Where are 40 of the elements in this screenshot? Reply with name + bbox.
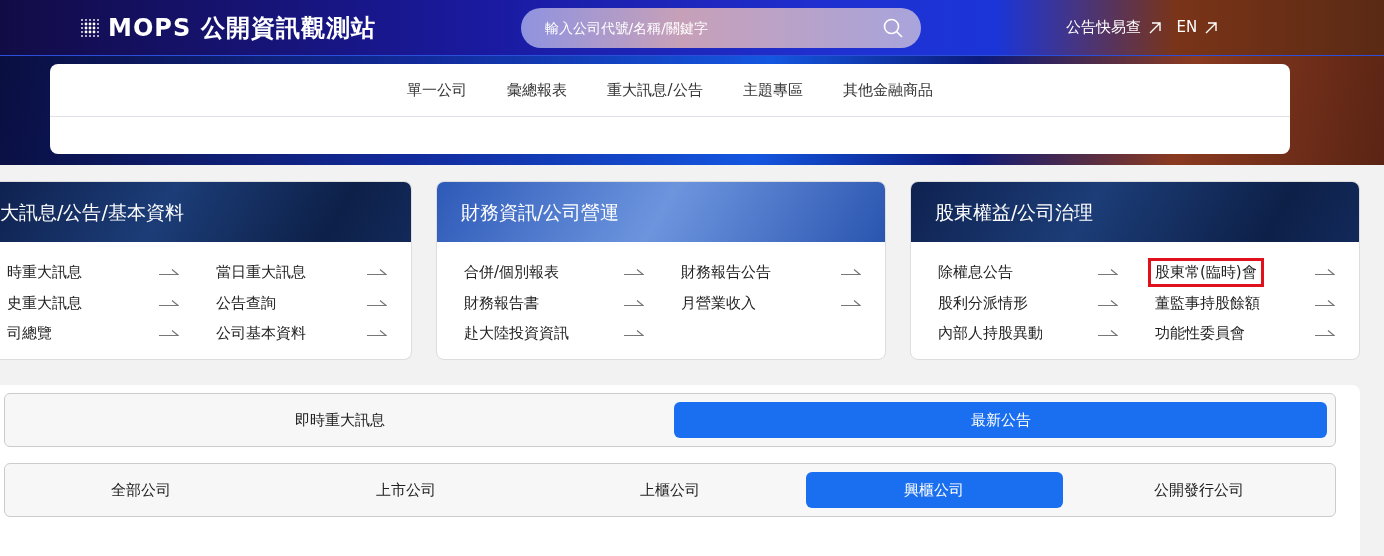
nav-link[interactable]: 主題專區 [734, 78, 811, 102]
card-link[interactable]: 司總覽 [0, 319, 59, 348]
tab[interactable]: 即時重大訊息 [13, 402, 666, 438]
search-icon[interactable] [882, 17, 903, 38]
card-title: 股東權益/公司治理 [935, 199, 1094, 225]
card-link[interactable]: 時重大訊息 [0, 258, 89, 287]
card-title: 大訊息/公告/基本資料 [0, 199, 184, 225]
card-link[interactable]: 公司基本資料 [208, 319, 313, 348]
nav-link[interactable]: 彙總報表 [499, 78, 576, 102]
external-arrow-icon [1205, 21, 1218, 34]
external-arrow-icon [1148, 21, 1161, 34]
card-link[interactable]: 赴大陸投資資訊 [457, 319, 576, 348]
header-link[interactable]: EN [1176, 16, 1218, 39]
site-logo-text: MOPS 公開資訊觀測站 [108, 12, 376, 44]
header-link[interactable]: 公告快易查 [1065, 16, 1161, 39]
tab[interactable]: 上市公司 [277, 472, 534, 508]
card-link[interactable]: 財務報告書 [457, 288, 546, 317]
card-link[interactable]: 公告查詢 [208, 288, 283, 317]
card-link[interactable]: 財務報告公告 [674, 258, 778, 287]
card-link[interactable]: 史重大訊息 [0, 288, 89, 317]
tab[interactable]: 興櫃公司 [806, 472, 1063, 508]
card-link[interactable]: 當日重大訊息 [208, 258, 313, 287]
card-link[interactable]: 股東常(臨時)會 [1148, 258, 1264, 287]
card-link[interactable]: 除權息公告 [931, 258, 1020, 287]
tab[interactable]: 上櫃公司 [541, 472, 799, 508]
tab[interactable]: 公開發行公司 [1070, 472, 1328, 508]
nav-link[interactable]: 其他金融商品 [834, 78, 941, 102]
card-title: 財務資訊/公司營運 [461, 199, 620, 225]
nav-link[interactable]: 重大訊息/公告 [599, 78, 711, 102]
card-link[interactable]: 合併/個別報表 [457, 258, 567, 287]
card-link[interactable]: 董監事持股餘額 [1148, 288, 1267, 317]
card-link[interactable]: 股利分派情形 [931, 288, 1035, 317]
tab[interactable]: 全部公司 [13, 472, 270, 508]
dot-grid-logo-icon [80, 17, 100, 38]
card-link[interactable]: 月營業收入 [674, 288, 763, 317]
tab[interactable]: 最新公告 [674, 402, 1327, 438]
nav-link[interactable]: 單一公司 [399, 78, 476, 102]
card-link[interactable]: 功能性委員會 [1148, 319, 1252, 348]
card-link[interactable]: 內部人持股異動 [931, 319, 1050, 348]
search-field[interactable]: 輸入公司代號/名稱/關鍵字 [520, 7, 921, 48]
